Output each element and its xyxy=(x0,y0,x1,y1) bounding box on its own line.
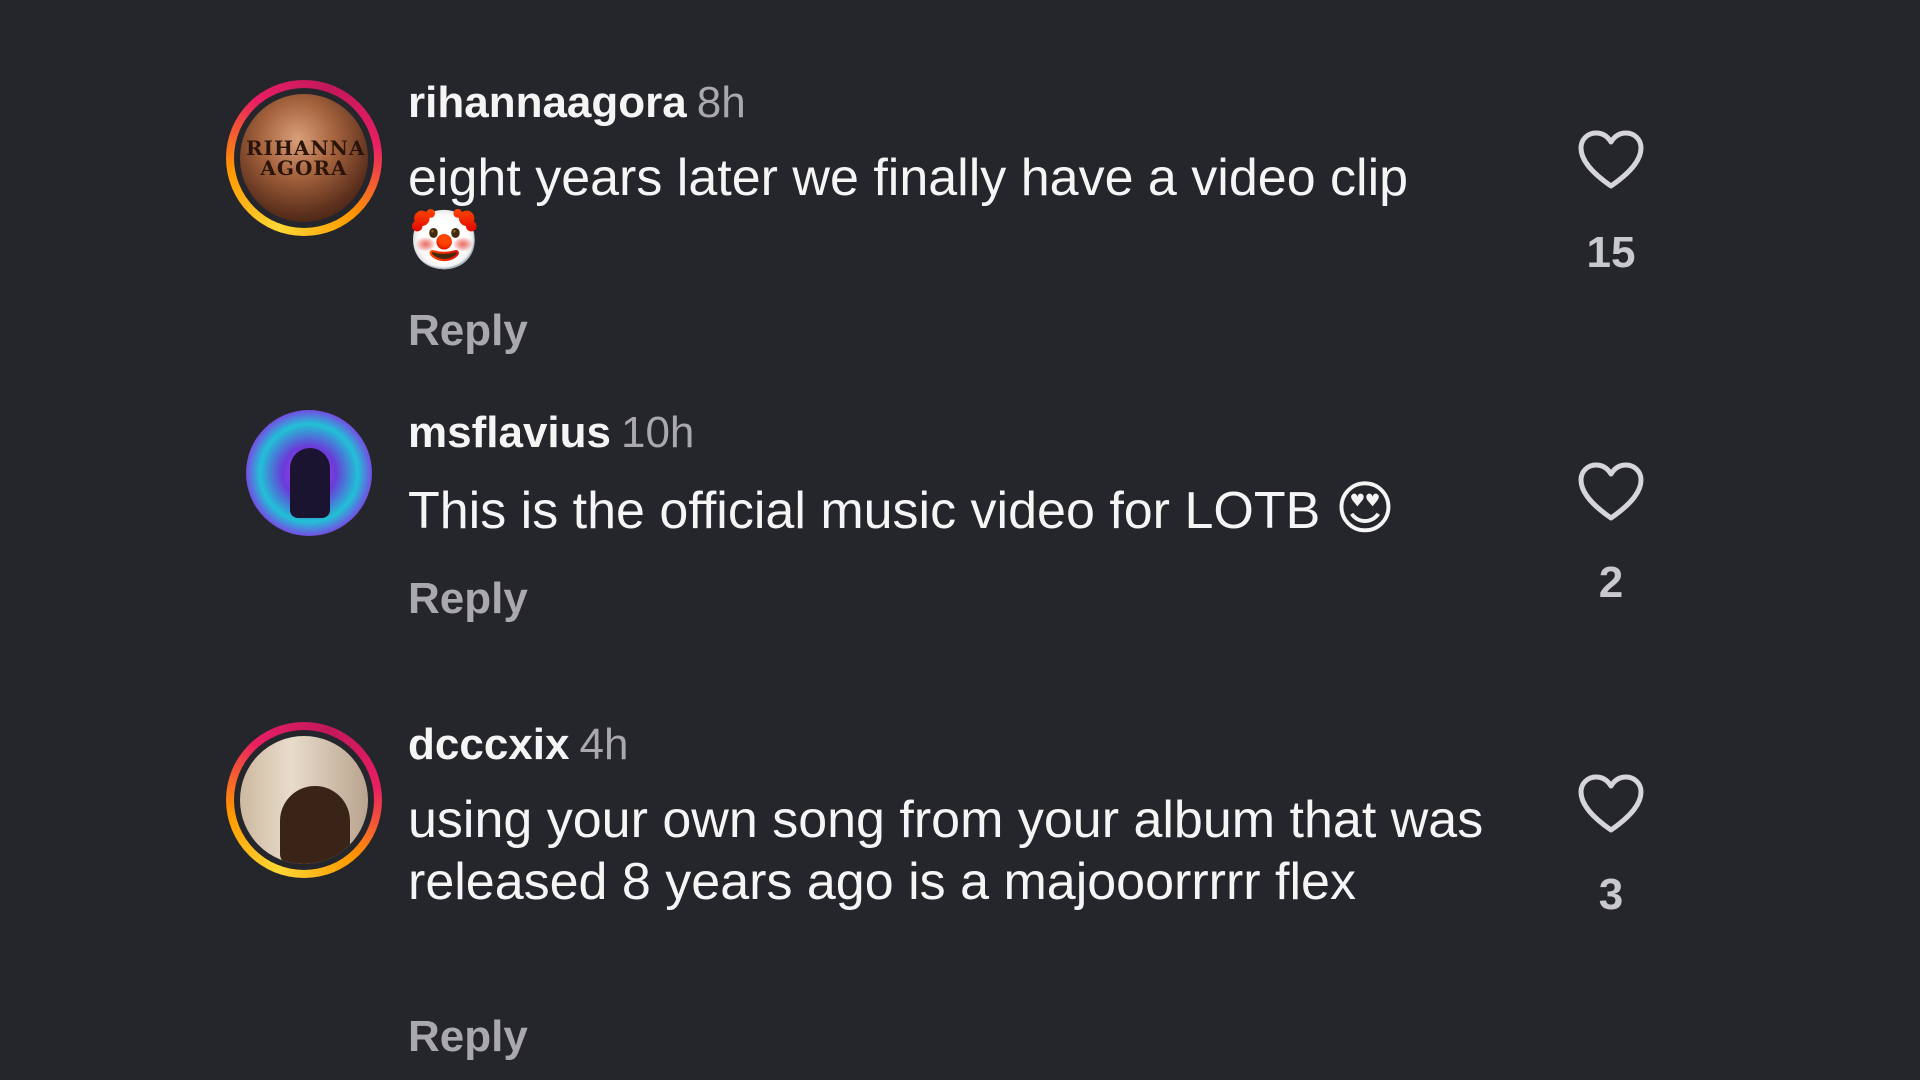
avatar-logo-text: RIHANNA AGORA xyxy=(246,136,366,180)
like-button[interactable] xyxy=(1576,462,1646,522)
comment-username[interactable]: msflavius xyxy=(408,408,611,457)
reply-button[interactable]: Reply xyxy=(408,306,528,356)
comment-header: dcccxix 4h xyxy=(408,720,628,770)
reply-button[interactable]: Reply xyxy=(408,1012,528,1062)
comment-username[interactable]: dcccxix xyxy=(408,720,569,769)
comment-time: 4h xyxy=(579,720,629,769)
avatar-story-ring[interactable]: RIHANNA AGORA xyxy=(226,80,382,236)
comment-header: msflavius 10h xyxy=(408,408,694,458)
like-count: 2 xyxy=(1598,558,1624,607)
comment-time: 8h xyxy=(696,78,746,127)
heart-icon xyxy=(1578,462,1644,521)
like-count: 15 xyxy=(1586,228,1636,277)
like-button[interactable] xyxy=(1576,774,1646,834)
comment-time: 10h xyxy=(620,408,695,457)
avatar[interactable] xyxy=(246,410,372,536)
avatar xyxy=(240,736,368,864)
comment-text: eight years later we finally have a vide… xyxy=(408,149,1409,207)
heart-icon xyxy=(1578,130,1644,189)
comment-text-block: eight years later we finally have a vide… xyxy=(408,147,1508,274)
reply-button[interactable]: Reply xyxy=(408,574,528,624)
comment-header: rihannaagora 8h xyxy=(408,78,746,128)
like-count: 3 xyxy=(1598,870,1624,919)
comments-panel: RIHANNA AGORA rihannaagora 8h eight years… xyxy=(0,0,1920,1080)
comment-text-block: This is the official music video for LOT… xyxy=(408,477,1508,542)
comment-username[interactable]: rihannaagora xyxy=(408,78,687,127)
comment-text: This is the official music video for LOT… xyxy=(408,482,1321,540)
avatar: RIHANNA AGORA xyxy=(240,94,368,222)
avatar-story-ring[interactable] xyxy=(226,722,382,878)
clown-emoji: 🤡 xyxy=(408,206,481,274)
like-button[interactable] xyxy=(1576,130,1646,190)
heart-eyes-emoji: 😍 xyxy=(1334,474,1396,542)
comment-text: using your own song from your album that… xyxy=(408,791,1484,911)
heart-icon xyxy=(1578,774,1644,833)
